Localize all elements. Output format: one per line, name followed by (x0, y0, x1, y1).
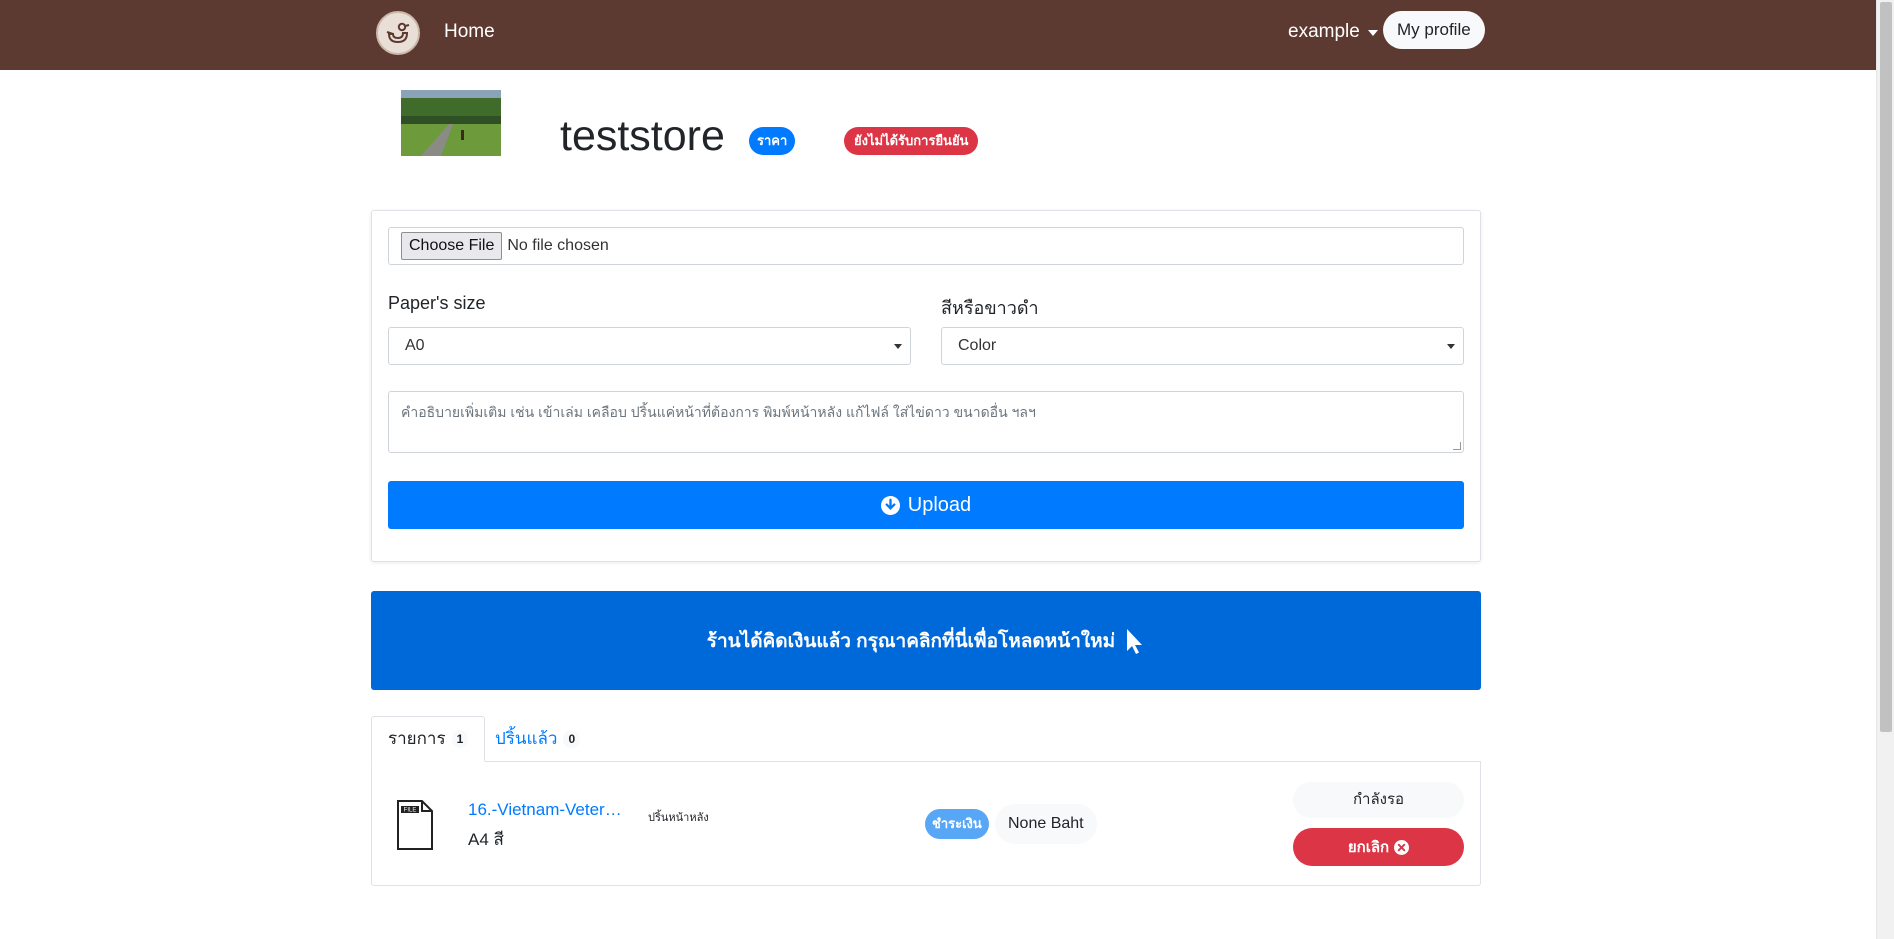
color-mode-select[interactable]: Color (941, 327, 1464, 365)
price-badge[interactable]: ราคา (749, 127, 796, 155)
page-scrollbar[interactable] (1876, 0, 1894, 939)
caret-down-icon (1367, 30, 1378, 36)
paper-size-select[interactable]: A0 (388, 327, 911, 365)
tab-pending[interactable]: รายการ 1 (371, 716, 486, 762)
pay-badge[interactable]: ชำระเงิน (925, 809, 989, 839)
store-image (401, 90, 501, 156)
tab-pending-label: รายการ (388, 729, 446, 748)
item-status: กำลังรอ (1293, 782, 1464, 818)
tab-printed[interactable]: ปริ้นแล้ว 0 (479, 716, 596, 762)
close-circle-icon (1394, 839, 1410, 855)
user-dropdown[interactable]: example (1288, 21, 1378, 43)
download-circle-icon (880, 495, 900, 515)
cancel-button-label: ยกเลิก (1347, 839, 1390, 856)
upload-card: Choose File No file chosen Paper's size … (371, 210, 1481, 562)
item-note: ปริ้นหน้าหลัง (648, 812, 709, 824)
upload-button-label: Upload (907, 493, 972, 516)
list-item: FILE 16.-Vietnam-Veterans-Memorial A4 สี… (371, 762, 1481, 886)
file-icon: FILE (396, 800, 434, 855)
color-mode-value: Color (958, 337, 997, 354)
bird-logo-icon[interactable] (376, 11, 420, 55)
nav-home-link[interactable]: Home (444, 21, 495, 43)
select-arrow-icon (894, 344, 902, 349)
item-tabs: รายการ 1 ปริ้นแล้ว 0 (371, 716, 1481, 762)
store-name: teststore (560, 112, 725, 160)
select-arrow-icon (1447, 344, 1455, 349)
cancel-button[interactable]: ยกเลิก (1293, 828, 1464, 866)
my-profile-button[interactable]: My profile (1383, 11, 1485, 49)
upload-button[interactable]: Upload (388, 481, 1464, 529)
item-file-link[interactable]: 16.-Vietnam-Veterans-Memorial (468, 800, 623, 820)
tab-printed-label: ปริ้นแล้ว (495, 729, 558, 748)
color-mode-label: สีหรือขาวดำ (941, 298, 1039, 318)
reload-banner[interactable]: ร้านได้คิดเงินแล้ว กรุณาคลิกที่นี่เพื่อโ… (371, 591, 1481, 690)
cursor-pointer-icon (1127, 628, 1143, 654)
item-spec: A4 สี (468, 830, 504, 849)
notes-textarea[interactable]: คำอธิบายเพิ่มเติม เช่น เข้าเล่ม เคลือบ ป… (388, 391, 1464, 453)
scrollbar-thumb[interactable] (1880, 2, 1892, 732)
choose-file-button[interactable]: Choose File (401, 232, 503, 260)
item-price: None Baht (995, 804, 1097, 844)
file-status-text: No file chosen (507, 237, 609, 254)
unverified-badge: ยังไม่ได้รับการยืนยัน (844, 127, 979, 155)
file-input[interactable]: Choose File No file chosen (388, 227, 1464, 265)
tab-printed-count: 0 (563, 730, 581, 748)
svg-text:FILE: FILE (404, 808, 417, 814)
reload-banner-text: ร้านได้คิดเงินแล้ว กรุณาคลิกที่นี่เพื่อโ… (706, 630, 1116, 652)
user-dropdown-label: example (1288, 21, 1360, 42)
navbar: Home example My profile (0, 0, 1876, 70)
notes-placeholder: คำอธิบายเพิ่มเติม เช่น เข้าเล่ม เคลือบ ป… (401, 404, 1036, 420)
paper-size-label: Paper's size (388, 293, 486, 313)
resize-handle-icon[interactable] (1453, 442, 1461, 450)
tab-pending-count: 1 (451, 730, 469, 748)
paper-size-value: A0 (405, 337, 425, 354)
